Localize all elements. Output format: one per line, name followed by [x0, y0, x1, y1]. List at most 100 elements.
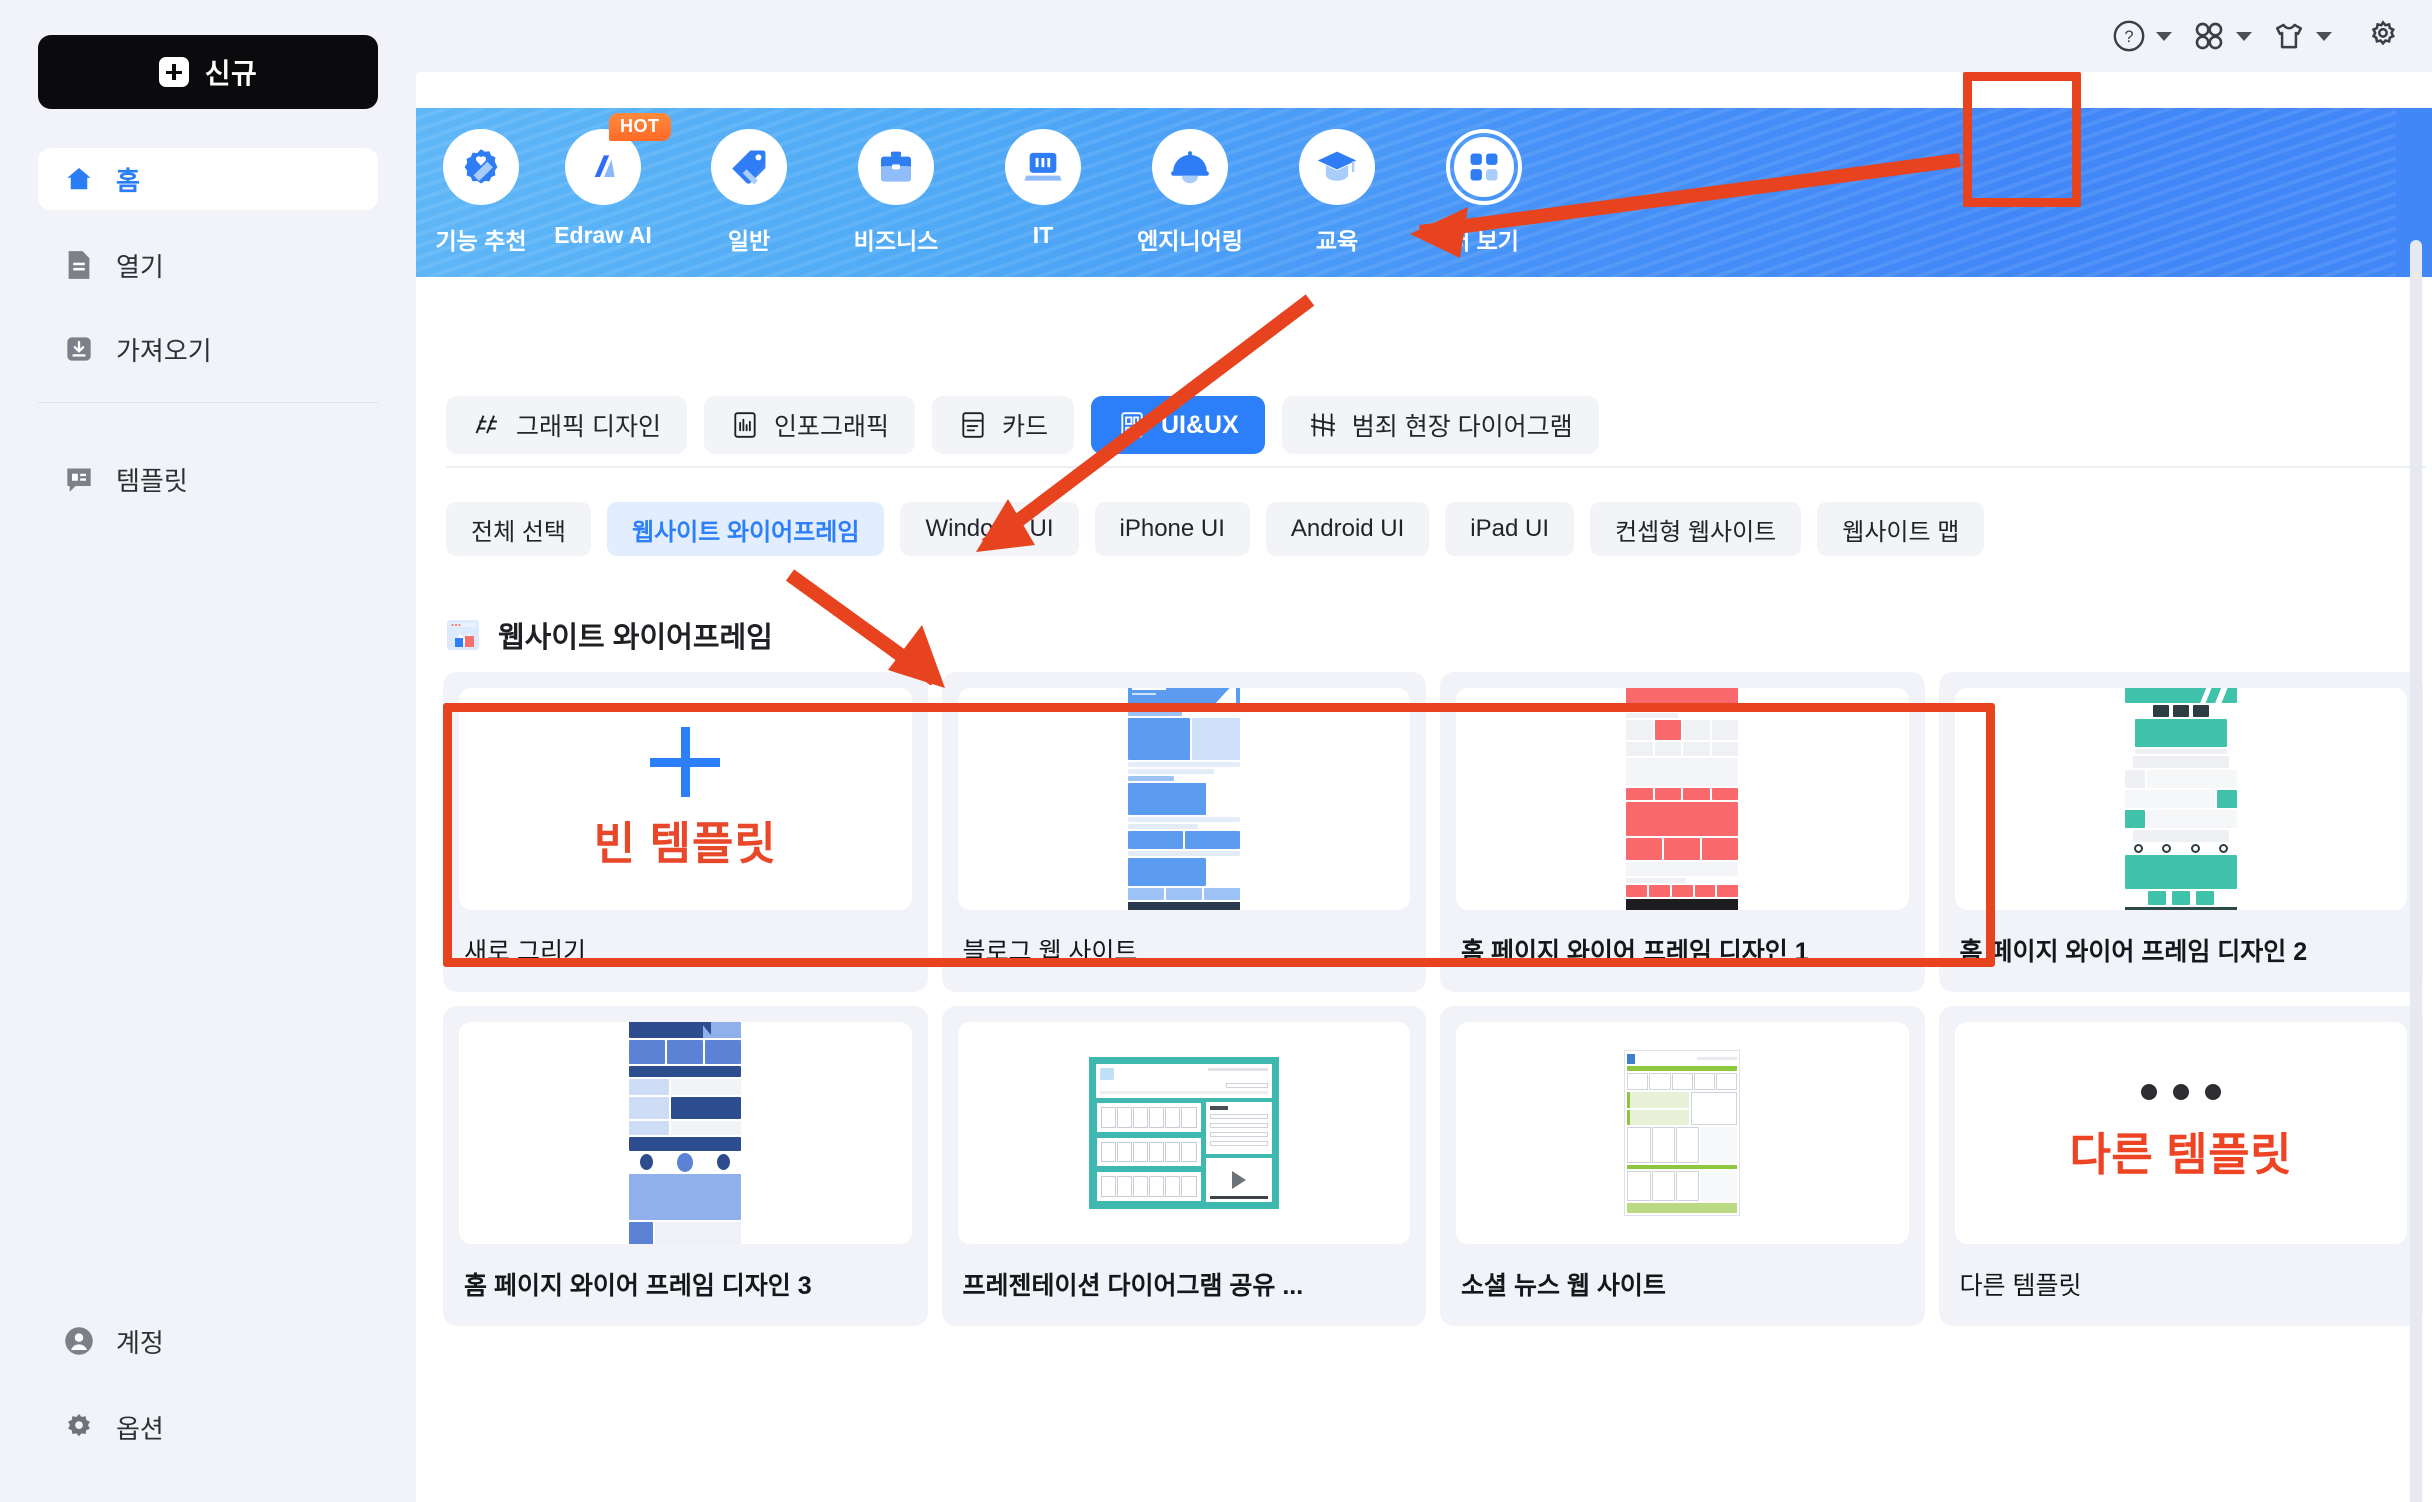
template-caption: 소셜 뉴스 웹 사이트 [1461, 1272, 1666, 1300]
sidebar-item-account[interactable]: 계정 [38, 1310, 378, 1372]
chevron-down-icon[interactable] [2156, 31, 2172, 41]
sidebar-item-import[interactable]: 가져오기 [38, 318, 378, 380]
chevron-down-icon[interactable] [2316, 31, 2332, 41]
template-card[interactable]: 소셜 뉴스 웹 사이트 [1440, 1006, 1925, 1326]
template-caption: 홈 페이지 와이어 프레임 디자인 1 [1461, 938, 1809, 966]
home-icon [64, 164, 94, 194]
sidebar-item-label: 옵션 [116, 1413, 164, 1444]
filter-tag-label: 컨셉형 웹사이트 [1615, 518, 1777, 546]
filter-chip-label: 범죄 현장 다이어그램 [1351, 413, 1573, 441]
filter-tag-label: iPad UI [1470, 515, 1549, 542]
app-window: 신규 홈 열기 가져오기 템플릿 계정 옵션 ? 기능 추천 HOT Edraw… [0, 0, 2432, 1502]
filter-tag-iphone-ui[interactable]: iPhone UI [1094, 502, 1250, 556]
chevron-down-icon[interactable] [2236, 31, 2252, 41]
laptop-icon [1005, 129, 1081, 205]
tag-icon [711, 129, 787, 205]
wireframe-preview [629, 1022, 742, 1244]
uiux-icon [1117, 410, 1147, 440]
sidebar-item-label: 계정 [116, 1327, 164, 1358]
crime-scene-icon [1308, 410, 1338, 440]
template-caption: 프레젠테이션 다이어그램 공유 ... [962, 1272, 1304, 1300]
scrollbar-track[interactable] [2410, 240, 2422, 1502]
card-icon [958, 410, 988, 440]
category-general[interactable]: 일반 [674, 129, 824, 256]
template-caption: 새로 그리기 [464, 938, 586, 966]
filter-tag-android-ui[interactable]: Android UI [1265, 502, 1430, 556]
filter-tag-concept-website[interactable]: 컨셉형 웹사이트 [1590, 502, 1802, 556]
settings-gear-icon[interactable] [2360, 13, 2406, 59]
help-icon[interactable]: ? [2106, 13, 2152, 59]
category-label: Edraw AI [554, 222, 652, 248]
filter-tag-select-all[interactable]: 전체 선택 [446, 502, 591, 556]
briefcase-icon [858, 129, 934, 205]
apps-menu[interactable] [2186, 13, 2266, 59]
filter-divider [446, 466, 2426, 468]
template-thumbnail [1456, 1022, 1909, 1244]
filter-chip-graphic-design[interactable]: 그래픽 디자인 [446, 396, 687, 454]
feature-star-icon [443, 129, 519, 205]
filter-tag-windows-ui[interactable]: Windows UI [900, 502, 1079, 556]
theme-menu[interactable] [2266, 13, 2346, 59]
category-it[interactable]: IT [968, 129, 1118, 249]
new-document-button[interactable]: 신규 [38, 35, 378, 109]
template-card[interactable]: 다른 템플릿 다른 템플릿 [1938, 1006, 2423, 1326]
template-thumbnail [1954, 688, 2407, 910]
gear-icon [64, 1412, 94, 1442]
filter-subcategory-row: 전체 선택 웹사이트 와이어프레임 Windows UI iPhone UI A… [446, 502, 1985, 556]
template-icon [64, 464, 94, 494]
filter-tag-label: Windows UI [925, 515, 1054, 542]
sidebar: 신규 홈 열기 가져오기 템플릿 계정 옵션 [0, 0, 416, 1502]
filter-tag-label: 웹사이트 맵 [1842, 518, 1960, 546]
category-label: 일반 [727, 228, 771, 254]
template-card[interactable]: 홈 페이지 와이어 프레임 디자인 3 [443, 1006, 928, 1326]
filter-chip-uiux[interactable]: UI&UX [1090, 396, 1265, 454]
filter-chip-card[interactable]: 카드 [931, 396, 1074, 454]
category-engineering[interactable]: 엔지니어링 [1115, 129, 1265, 256]
filter-tag-website-map[interactable]: 웹사이트 맵 [1817, 502, 1985, 556]
new-document-label: 신규 [204, 58, 258, 89]
plus-icon [650, 726, 721, 797]
category-label: 기능 추천 [435, 228, 527, 254]
template-caption: 홈 페이지 와이어 프레임 디자인 2 [1959, 938, 2308, 966]
template-thumbnail: 다른 템플릿 [1954, 1022, 2407, 1244]
apps-grid-icon[interactable] [2186, 13, 2232, 59]
category-edraw-ai[interactable]: HOT Edraw AI [528, 113, 678, 249]
filter-tag-label: 웹사이트 와이어프레임 [632, 518, 860, 546]
sidebar-item-home[interactable]: 홈 [38, 148, 378, 210]
sidebar-item-open[interactable]: 열기 [38, 234, 378, 296]
template-card[interactable]: 빈 템플릿 새로 그리기 [443, 672, 928, 992]
template-card[interactable]: 홈 페이지 와이어 프레임 디자인 2 [1938, 672, 2423, 992]
template-thumbnail: 빈 템플릿 [459, 688, 912, 910]
other-template-label: 다른 템플릿 [2069, 1128, 2292, 1180]
category-banner: 기능 추천 HOT Edraw AI 일반 비즈니스 IT 엔지니어링 교육 더… [416, 108, 2396, 277]
help-menu[interactable]: ? [2106, 13, 2186, 59]
filter-chip-infographic[interactable]: 인포그래픽 [703, 396, 915, 454]
sidebar-divider [38, 402, 378, 403]
sidebar-item-options[interactable]: 옵션 [38, 1396, 378, 1458]
template-thumbnail [459, 1022, 912, 1244]
template-caption: 다른 템플릿 [1959, 1272, 2082, 1300]
sidebar-item-templates[interactable]: 템플릿 [38, 448, 378, 510]
template-card[interactable]: 블로그 웹 사이트 [941, 672, 1426, 992]
import-icon [64, 334, 94, 364]
category-education[interactable]: 교육 [1262, 129, 1412, 256]
edraw-ai-icon: HOT [565, 113, 671, 205]
filter-tag-ipad-ui[interactable]: iPad UI [1445, 502, 1574, 556]
sidebar-item-label: 가져오기 [116, 335, 212, 366]
filter-tag-website-wireframe[interactable]: 웹사이트 와이어프레임 [607, 502, 885, 556]
svg-text:?: ? [2124, 28, 2133, 46]
template-card[interactable]: 프레젠테이션 다이어그램 공유 ... [941, 1006, 1426, 1326]
theme-shirt-icon[interactable] [2266, 13, 2312, 59]
sidebar-item-label: 템플릿 [116, 465, 188, 496]
filter-chip-crime-scene[interactable]: 범죄 현장 다이어그램 [1281, 396, 1599, 454]
filter-tag-label: 전체 선택 [471, 518, 566, 546]
grid-four-icon [1446, 129, 1522, 205]
category-more[interactable]: 더 보기 [1409, 129, 1559, 256]
template-thumbnail [1456, 688, 1909, 910]
template-card[interactable]: 홈 페이지 와이어 프레임 디자인 1 [1440, 672, 1925, 992]
template-caption: 블로그 웹 사이트 [962, 938, 1138, 966]
category-label: 비즈니스 [853, 228, 939, 254]
category-business[interactable]: 비즈니스 [821, 129, 971, 256]
window-topbar: ? [416, 0, 2432, 72]
sidebar-item-label: 열기 [116, 251, 164, 282]
